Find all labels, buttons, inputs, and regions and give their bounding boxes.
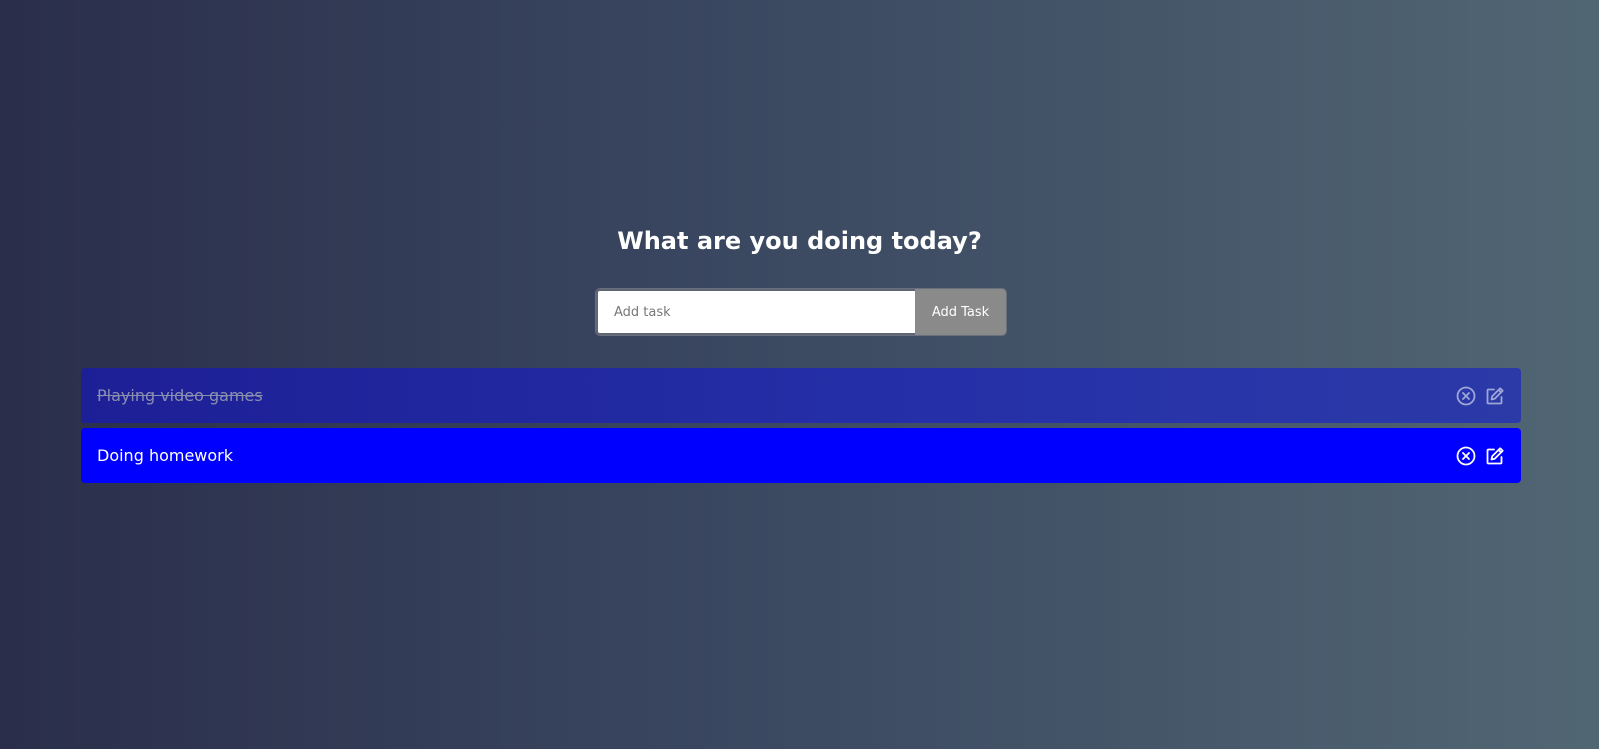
task-actions bbox=[1456, 386, 1505, 406]
task-form: Add Task bbox=[596, 289, 1006, 335]
add-task-button[interactable]: Add Task bbox=[915, 289, 1006, 335]
task-item: Playing video games bbox=[81, 368, 1521, 423]
task-list: Playing video games Doing homework bbox=[81, 368, 1521, 488]
task-input[interactable] bbox=[596, 289, 915, 335]
close-circle-icon[interactable] bbox=[1456, 386, 1476, 406]
task-actions bbox=[1456, 446, 1505, 466]
edit-icon[interactable] bbox=[1485, 386, 1505, 406]
page-title: What are you doing today? bbox=[617, 227, 982, 255]
task-item: Doing homework bbox=[81, 428, 1521, 483]
todo-app: What are you doing today? Add Task Playi… bbox=[0, 0, 1599, 749]
task-text[interactable]: Doing homework bbox=[97, 446, 233, 465]
task-text[interactable]: Playing video games bbox=[97, 386, 263, 405]
edit-icon[interactable] bbox=[1485, 446, 1505, 466]
close-circle-icon[interactable] bbox=[1456, 446, 1476, 466]
